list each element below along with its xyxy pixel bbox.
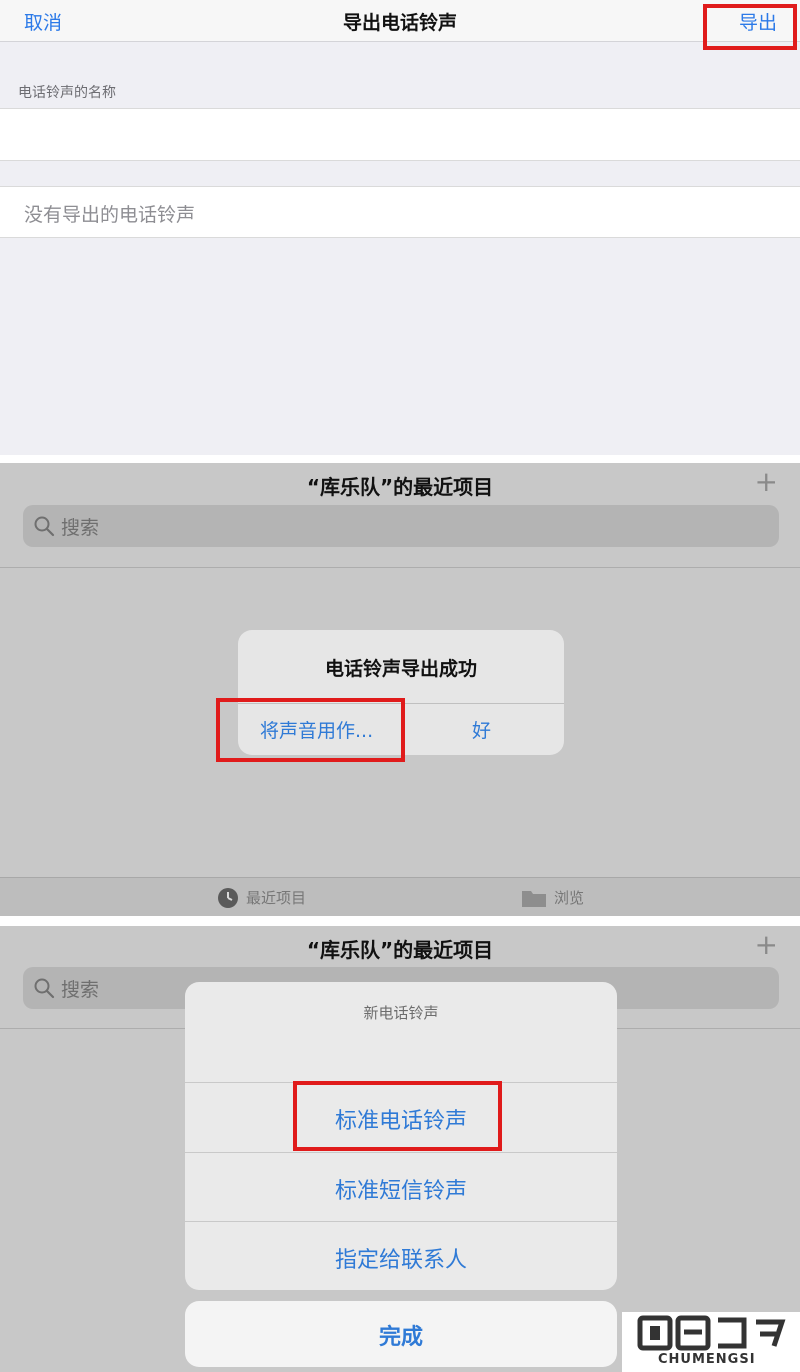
page-title: 导出电话铃声 — [342, 12, 457, 34]
navigation-bar: 取消 导出电话铃声 导出 — [0, 0, 800, 42]
watermark-glyphs — [637, 1315, 786, 1351]
highlight-box — [216, 698, 405, 762]
done-button[interactable]: 完成 — [185, 1301, 617, 1367]
search-placeholder: 搜索 — [61, 979, 100, 1001]
plus-icon[interactable]: + — [755, 465, 778, 498]
plus-icon[interactable]: + — [755, 928, 778, 961]
alert-title: 电话铃声导出成功 — [324, 658, 477, 680]
search-input[interactable]: 搜索 — [23, 505, 779, 547]
tab-bar: 最近项目 浏览 — [0, 877, 800, 916]
no-exports-label: 没有导出的电话铃声 — [24, 204, 196, 226]
page-title: “库乐队”的最近项目 — [306, 475, 494, 499]
folder-icon — [522, 891, 546, 907]
ok-button[interactable]: 好 — [472, 716, 491, 743]
search-icon — [34, 978, 55, 999]
search-placeholder: 搜索 — [61, 517, 100, 539]
recents-alert-screen: “库乐队”的最近项目 + 搜索 电话铃声导出成功 将声音用作... 好 最近项目… — [0, 463, 800, 916]
navigation-bar: “库乐队”的最近项目 + — [0, 463, 800, 503]
tab-browse[interactable]: 浏览 — [554, 887, 584, 908]
clock-icon — [218, 888, 238, 908]
highlight-box — [293, 1081, 502, 1151]
ringtone-options-screen: “库乐队”的最近项目 + 搜索 新电话铃声 标准电话铃声 标准短信铃声 指定给联… — [0, 926, 800, 1372]
option-label: 标准短信铃声 — [334, 1179, 467, 1204]
page-title: “库乐队”的最近项目 — [306, 938, 494, 962]
watermark-logo: CHUMENGSI — [622, 1312, 800, 1372]
tab-recents[interactable]: 最近项目 — [246, 887, 306, 908]
highlight-box — [703, 4, 797, 50]
option-label: 指定给联系人 — [334, 1248, 467, 1273]
export-ringtone-screen: 取消 导出电话铃声 导出 电话铃声的名称 没有导出的电话铃声 — [0, 0, 800, 455]
standard-text-tone-option[interactable]: 标准短信铃声 — [185, 1152, 617, 1221]
ringtone-name-field[interactable] — [0, 108, 800, 161]
watermark-text: CHUMENGSI — [658, 1352, 756, 1367]
divider — [0, 567, 800, 568]
search-icon — [34, 516, 55, 537]
assign-to-contact-option[interactable]: 指定给联系人 — [185, 1221, 617, 1290]
name-section-header: 电话铃声的名称 — [18, 85, 116, 101]
done-label: 完成 — [378, 1325, 423, 1350]
sheet-title: 新电话铃声 — [363, 1004, 439, 1022]
navigation-bar: “库乐队”的最近项目 + — [0, 926, 800, 966]
exported-list-cell: 没有导出的电话铃声 — [0, 186, 800, 238]
